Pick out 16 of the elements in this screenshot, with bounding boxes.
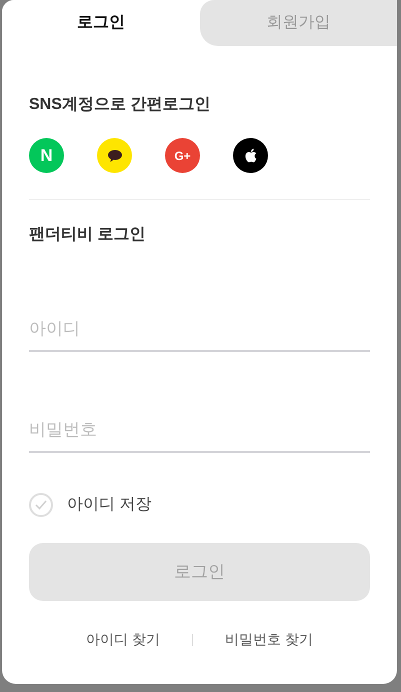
checkbox[interactable]	[29, 493, 53, 517]
input-field[interactable]: 비밀번호	[29, 409, 370, 453]
checkbox-label: 아이디 저장	[67, 495, 152, 515]
naver-button[interactable]: N	[29, 138, 64, 173]
link[interactable]: 아이디 찾기	[86, 629, 160, 650]
section-title: 팬더티비 로그인	[29, 225, 146, 245]
kakao-button[interactable]	[97, 138, 132, 173]
check-icon	[35, 500, 47, 510]
tab[interactable]: 회원가입	[200, 0, 397, 46]
input-field[interactable]: 아이디	[29, 308, 370, 352]
section-title: SNS계정으로 간편로그인	[29, 95, 212, 115]
apple-icon	[244, 148, 257, 163]
google-button[interactable]: G+	[165, 138, 200, 173]
speech-bubble-icon	[106, 148, 122, 162]
link[interactable]: 비밀번호 찾기	[225, 629, 313, 650]
apple-button[interactable]	[233, 138, 268, 173]
